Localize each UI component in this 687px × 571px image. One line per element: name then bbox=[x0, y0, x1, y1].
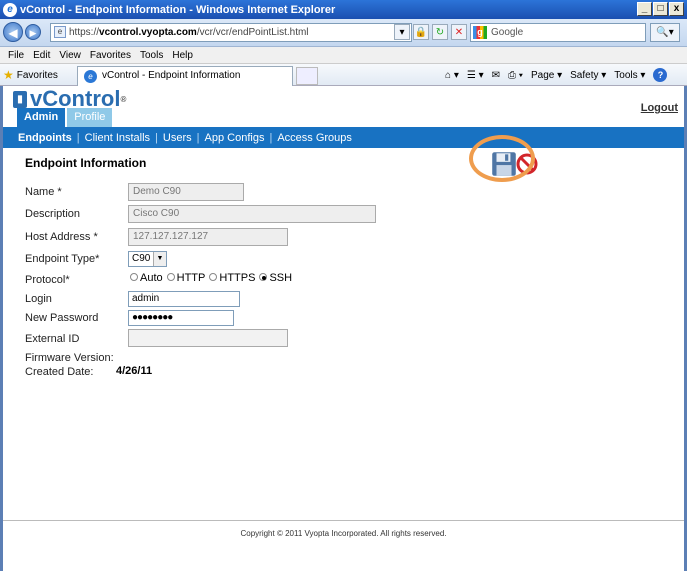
label-name: Name * bbox=[25, 186, 62, 198]
nav-app-configs[interactable]: App Configs bbox=[205, 132, 265, 144]
nav-access-groups[interactable]: Access Groups bbox=[277, 132, 352, 144]
label-new-password: New Password bbox=[25, 312, 99, 324]
ie-tab-icon: e bbox=[84, 70, 97, 83]
menu-edit[interactable]: Edit bbox=[33, 50, 50, 61]
footer-copyright: Copyright © 2011 Vyopta Incorporated. Al… bbox=[3, 520, 684, 538]
minimize-button[interactable]: _ bbox=[637, 2, 652, 16]
menu-tools[interactable]: Tools bbox=[140, 50, 163, 61]
page-content: ▮ vControl ® Logout Admin Profile Endpoin… bbox=[3, 86, 684, 571]
nav-endpoints[interactable]: Endpoints bbox=[18, 132, 72, 144]
label-endpoint-type: Endpoint Type* bbox=[25, 253, 100, 265]
logout-link[interactable]: Logout bbox=[641, 102, 678, 114]
label-firmware-version: Firmware Version: bbox=[25, 352, 114, 364]
home-icon[interactable]: ⌂ ▾ bbox=[445, 70, 459, 81]
help-icon[interactable]: ? bbox=[653, 68, 668, 82]
nav-client-installs[interactable]: Client Installs bbox=[85, 132, 150, 144]
endpoint-type-select[interactable]: C90 ▼ bbox=[128, 251, 167, 267]
chevron-down-icon: ▼ bbox=[153, 252, 166, 266]
url-field[interactable]: e https://vcontrol.vyopta.com/vcr/vcr/en… bbox=[50, 23, 412, 42]
menu-bar: File Edit View Favorites Tools Help bbox=[0, 47, 687, 64]
radio-ssh[interactable]: SSH bbox=[259, 272, 292, 284]
window-titlebar: e vControl - Endpoint Information - Wind… bbox=[0, 0, 687, 19]
mail-icon[interactable]: ✉ bbox=[492, 70, 500, 81]
dropdown-arrow-icon[interactable]: ▾ bbox=[394, 24, 410, 40]
highlight-ring bbox=[469, 135, 535, 182]
tab-profile[interactable]: Profile bbox=[67, 108, 113, 127]
protocol-radio-group: Auto HTTP HTTPS SSH bbox=[130, 272, 292, 284]
address-bar: ◀ ▶ e https://vcontrol.vyopta.com/vcr/vc… bbox=[0, 19, 687, 47]
name-field[interactable]: Demo C90 bbox=[128, 183, 244, 201]
favorites-button[interactable]: ★ Favorites bbox=[3, 68, 58, 82]
search-button[interactable]: 🔍▾ bbox=[650, 23, 680, 42]
window-title: vControl - Endpoint Information - Window… bbox=[20, 3, 336, 16]
description-field[interactable]: Cisco C90 bbox=[128, 205, 376, 223]
close-button[interactable]: x bbox=[669, 2, 684, 16]
page-icon: e bbox=[54, 26, 66, 38]
page-menu[interactable]: Page ▾ bbox=[531, 70, 562, 81]
browser-tab[interactable]: e vControl - Endpoint Information bbox=[77, 66, 293, 86]
menu-help[interactable]: Help bbox=[172, 50, 193, 61]
tools-menu[interactable]: Tools ▾ bbox=[614, 70, 645, 81]
host-address-field[interactable]: 127.127.127.127 bbox=[128, 228, 288, 246]
login-field[interactable]: admin bbox=[128, 291, 240, 307]
lock-icon[interactable]: 🔒 bbox=[413, 24, 429, 40]
external-id-field[interactable] bbox=[128, 329, 288, 347]
label-external-id: External ID bbox=[25, 333, 80, 345]
password-field[interactable]: ●●●●●●●● bbox=[128, 310, 234, 326]
stop-icon[interactable]: ✕ bbox=[451, 24, 467, 40]
favorites-bar: ★ Favorites e vControl - Endpoint Inform… bbox=[0, 64, 687, 86]
label-login: Login bbox=[25, 293, 52, 305]
created-date-value: 4/26/11 bbox=[116, 365, 153, 377]
new-tab-button[interactable] bbox=[296, 67, 318, 85]
feeds-icon[interactable]: ☰ ▾ bbox=[467, 70, 484, 81]
label-host-address: Host Address * bbox=[25, 231, 98, 243]
search-input[interactable]: g Google bbox=[470, 23, 646, 42]
refresh-icon[interactable]: ↻ bbox=[432, 24, 448, 40]
print-icon[interactable]: ⎙ ▾ bbox=[508, 70, 523, 81]
sub-navigation: Endpoints | Client Installs | Users | App C… bbox=[3, 127, 684, 148]
maximize-button[interactable]: □ bbox=[653, 2, 668, 16]
menu-favorites[interactable]: Favorites bbox=[90, 50, 131, 61]
menu-file[interactable]: File bbox=[8, 50, 24, 61]
page-title: Endpoint Information bbox=[25, 156, 147, 170]
star-icon: ★ bbox=[3, 68, 14, 82]
menu-view[interactable]: View bbox=[59, 50, 81, 61]
back-icon[interactable]: ◀ bbox=[3, 22, 23, 42]
forward-icon[interactable]: ▶ bbox=[25, 24, 41, 40]
ie-logo-icon: e bbox=[3, 2, 17, 17]
google-icon: g bbox=[473, 26, 487, 39]
label-protocol: Protocol* bbox=[25, 274, 70, 286]
radio-auto[interactable]: Auto bbox=[130, 272, 163, 284]
nav-users[interactable]: Users bbox=[163, 132, 192, 144]
label-created-date: Created Date: bbox=[25, 366, 94, 378]
tab-admin[interactable]: Admin bbox=[17, 108, 66, 127]
radio-https[interactable]: HTTPS bbox=[209, 272, 255, 284]
logo-mark-icon: ▮ bbox=[13, 90, 27, 108]
label-description: Description bbox=[25, 208, 81, 220]
radio-http[interactable]: HTTP bbox=[166, 272, 205, 284]
safety-menu[interactable]: Safety ▾ bbox=[570, 70, 606, 81]
